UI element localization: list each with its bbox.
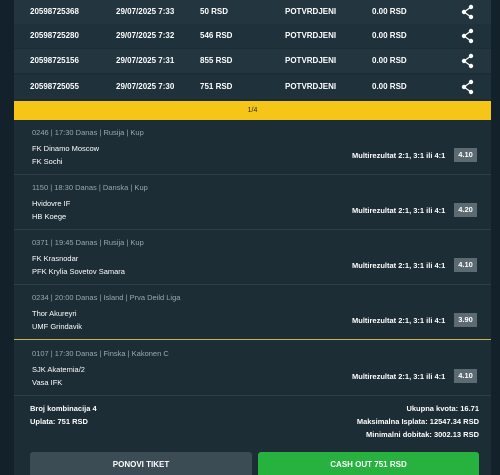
match-home-team: FK Krasnodar xyxy=(32,254,79,263)
repeat-ticket-button[interactable]: PONOVI TIKET xyxy=(30,452,252,475)
match-market: Multirezultat 2:1, 3:1 ili 4:1 xyxy=(352,316,446,325)
match-header: 0371 | 19:45 Danas | Rusija | Kup xyxy=(32,238,144,247)
ticket-id: 20598725368 xyxy=(30,7,79,16)
ticket-date: 29/07/2025 7:32 xyxy=(116,31,175,40)
ticket-row[interactable]: 20598725055 29/07/2025 7:30 751 RSD POTV… xyxy=(14,75,491,99)
match-header: 0246 | 17:30 Danas | Rusija | Kup xyxy=(32,128,144,137)
share-icon[interactable] xyxy=(460,52,476,70)
match-away-team: FK Sochi xyxy=(32,157,63,166)
ticket-amount: 855 RSD xyxy=(200,56,233,65)
match-odd-badge: 3.90 xyxy=(454,313,477,327)
max-payout: Maksimalna Isplata: 12547.34 RSD xyxy=(356,417,479,426)
match-item: 0107 | 17:30 Danas | Finska | Kakonen C … xyxy=(14,341,491,396)
total-odds: Ukupna kvota: 16.71 xyxy=(406,404,479,413)
match-home-team: SJK Akatemia/2 xyxy=(32,365,85,374)
match-item: 1150 | 18:30 Danas | Danska | Kup Hvidov… xyxy=(14,175,491,230)
match-odd-badge: 4.10 xyxy=(454,369,477,383)
ticket-id: 20598725055 xyxy=(30,82,79,91)
combinations-count: Broj kombinacija 4 xyxy=(30,404,97,413)
match-away-team: UMF Grindavik xyxy=(32,322,83,331)
match-home-team: Hvidovre IF xyxy=(32,199,71,208)
ticket-win: 0.00 RSD xyxy=(372,31,407,40)
match-away-team: Vasa IFK xyxy=(32,378,63,387)
match-item: 0371 | 19:45 Danas | Rusija | Kup FK Kra… xyxy=(14,230,491,285)
ticket-status: POTVRDJENI xyxy=(285,82,337,91)
ticket-amount: 751 RSD xyxy=(200,82,233,91)
ticket-date: 29/07/2025 7:31 xyxy=(116,56,175,65)
ticket-row[interactable]: 20598725368 29/07/2025 7:33 50 RSD POTVR… xyxy=(14,0,491,24)
match-header: 0107 | 17:30 Danas | Finska | Kakonen C xyxy=(32,349,169,358)
ticket-row[interactable]: 20598725156 29/07/2025 7:31 855 RSD POTV… xyxy=(14,49,491,73)
ticket-amount: 546 RSD xyxy=(200,31,233,40)
share-icon[interactable] xyxy=(460,3,476,21)
ticket-status: POTVRDJENI xyxy=(285,56,337,65)
match-home-team: Thor Akureyri xyxy=(32,309,77,318)
match-item: 0234 | 20:00 Danas | Island | Prva Deild… xyxy=(14,285,491,340)
match-market: Multirezultat 2:1, 3:1 ili 4:1 xyxy=(352,206,446,215)
ticket-panel: 20598725368 29/07/2025 7:33 50 RSD POTVR… xyxy=(14,0,491,475)
ticket-win: 0.00 RSD xyxy=(372,56,407,65)
cash-out-button[interactable]: CASH OUT 751 RSD xyxy=(258,452,479,475)
ticket-date: 29/07/2025 7:30 xyxy=(116,82,175,91)
match-market: Multirezultat 2:1, 3:1 ili 4:1 xyxy=(352,151,446,160)
match-header: 1150 | 18:30 Danas | Danska | Kup xyxy=(32,183,148,192)
stake-amount: Uplata: 751 RSD xyxy=(30,417,88,426)
match-away-team: HB Koege xyxy=(32,212,67,221)
share-icon[interactable] xyxy=(460,27,476,45)
ticket-win: 0.00 RSD xyxy=(372,7,407,16)
match-market: Multirezultat 2:1, 3:1 ili 4:1 xyxy=(352,261,446,270)
match-odd-badge: 4.10 xyxy=(454,258,477,272)
page-edge-left xyxy=(0,0,14,475)
match-market: Multirezultat 2:1, 3:1 ili 4:1 xyxy=(352,372,446,381)
match-header: 0234 | 20:00 Danas | Island | Prva Deild… xyxy=(32,293,181,302)
ticket-win: 0.00 RSD xyxy=(372,82,407,91)
ticket-row[interactable]: 20598725280 29/07/2025 7:32 546 RSD POTV… xyxy=(14,24,491,48)
ticket-status: POTVRDJENI xyxy=(285,31,337,40)
ticket-pager[interactable]: 1/4 xyxy=(14,101,491,120)
match-odd-badge: 4.20 xyxy=(454,203,477,217)
share-icon[interactable] xyxy=(460,78,476,96)
match-odd-badge: 4.10 xyxy=(454,148,477,162)
match-home-team: FK Dinamo Moscow xyxy=(32,144,100,153)
min-win: Minimalni dobitak: 3002.13 RSD xyxy=(366,430,479,439)
ticket-id: 20598725156 xyxy=(30,56,79,65)
ticket-id: 20598725280 xyxy=(30,31,79,40)
ticket-amount: 50 RSD xyxy=(200,7,229,16)
ticket-date: 29/07/2025 7:33 xyxy=(116,7,175,16)
match-item: 0246 | 17:30 Danas | Rusija | Kup FK Din… xyxy=(14,120,491,175)
ticket-status: POTVRDJENI xyxy=(285,7,337,16)
match-away-team: PFK Krylia Sovetov Samara xyxy=(32,267,125,276)
